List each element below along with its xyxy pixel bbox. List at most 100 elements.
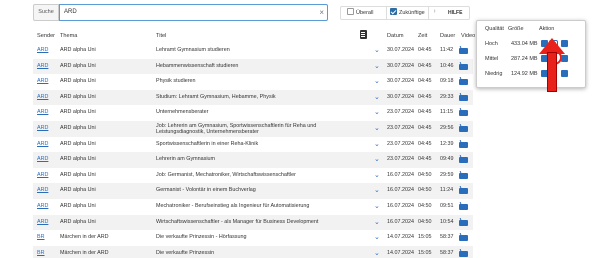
video-icon[interactable] (459, 141, 468, 148)
sender-link[interactable]: BR (37, 230, 45, 246)
datum-cell: 23.07.2024 (387, 156, 414, 163)
chevron-down-icon[interactable]: ⌄ (374, 199, 380, 215)
sender-link[interactable]: ARD (37, 59, 48, 75)
zeit-cell: 04:45 (418, 93, 432, 100)
size-label: 433.04 MB (511, 41, 538, 47)
sender-link[interactable]: ARD (37, 183, 48, 199)
chevron-down-icon[interactable]: ⌄ (374, 121, 380, 137)
table-row[interactable]: ARD ARD alpha Uni Lehramt Gymnasium studie… (33, 43, 473, 59)
col-sender[interactable]: Sender (37, 33, 55, 39)
video-icon[interactable] (459, 219, 468, 226)
thema-cell: ARD alpha Uni (60, 109, 96, 116)
dauer-cell: 58:37 (440, 249, 454, 256)
col-thema[interactable]: Thema (60, 33, 77, 39)
quality-label: Niedrig (485, 71, 503, 77)
video-icon[interactable] (459, 235, 468, 242)
search-label: Suche (33, 4, 59, 21)
titel-cell: Lehrerin am Gymnasium (156, 156, 216, 163)
sender-link[interactable]: ARD (37, 90, 48, 106)
chevron-down-icon[interactable]: ⌄ (374, 152, 380, 168)
video-icon[interactable] (459, 250, 468, 257)
titel-cell: Mechatroniker - Berufseinstieg als Ingen… (156, 203, 310, 209)
chevron-down-icon[interactable]: ⌄ (374, 137, 380, 153)
copy-icon[interactable] (561, 70, 568, 77)
chevron-down-icon[interactable]: ⌄ (374, 43, 380, 59)
dauer-cell: 10:46 (440, 62, 454, 69)
video-icon[interactable] (459, 48, 468, 54)
table-row[interactable]: ARD ARD alpha Uni Job: Lehrerin am Gymnasi… (33, 121, 473, 137)
table-row[interactable]: ARD ARD alpha Uni Studium: Lehramt Gymnasi… (33, 89, 473, 106)
video-icon[interactable] (459, 204, 468, 210)
clear-search-icon[interactable]: × (319, 5, 324, 20)
table-row[interactable]: ARD ARD alpha Uni Lehrerin am Gymnasium ⌄ 23… (33, 152, 473, 168)
thema-cell: ARD alpha Uni (60, 62, 96, 69)
video-icon[interactable] (459, 110, 468, 117)
titel-cell: Germanist - Volontär in einem Buchverlag (156, 187, 256, 194)
sender-link[interactable]: ARD (37, 215, 48, 231)
sender-link[interactable]: ARD (37, 199, 48, 215)
video-icon[interactable] (459, 157, 468, 164)
video-icon[interactable] (459, 188, 468, 195)
table-row[interactable]: ARD ARD alpha Uni Sportwissenschaftlerin i… (33, 137, 473, 153)
zukuenftige-checkbox[interactable]: Zukünftige (390, 7, 425, 19)
thema-cell: ARD alpha Uni (60, 78, 96, 85)
chevron-down-icon[interactable]: ⌄ (374, 215, 380, 231)
table-row[interactable]: BR Märchen in der ARD Die verkaufte Prinze… (33, 245, 473, 258)
rss-icon[interactable]: ⁾ (434, 6, 435, 20)
titel-cell: Sportwissenschaftlerin in einer Reha-Kli… (156, 140, 259, 147)
ueberall-checkbox[interactable]: Überall (347, 7, 373, 19)
search-input[interactable]: ARD × (59, 4, 328, 21)
chevron-down-icon[interactable]: ⌄ (374, 246, 380, 258)
table-row[interactable]: ARD ARD alpha Uni Mechatroniker - Berufsei… (33, 199, 473, 215)
sender-link[interactable]: ARD (37, 105, 48, 121)
table-row[interactable]: ARD ARD alpha Uni Germanist - Volontär in … (33, 183, 473, 199)
titel-cell: Hebammenwissenschaft studieren (156, 62, 239, 69)
table-row[interactable]: ARD ARD alpha Uni Wirtschaftswissenschaftl… (33, 214, 473, 231)
zukuenftige-label: Zukünftige (399, 10, 425, 16)
datum-cell: 30.07.2024 (387, 78, 414, 85)
datum-cell: 30.07.2024 (387, 47, 414, 53)
col-video: Video (461, 33, 476, 39)
col-titel[interactable]: Titel (156, 33, 166, 39)
table-row[interactable]: ARD ARD alpha Uni Hebammenwissenschaft stu… (33, 58, 473, 75)
titel-cell: Lehramt Gymnasium studieren (156, 47, 230, 53)
dauer-cell: 09:49 (440, 156, 454, 163)
chevron-down-icon[interactable]: ⌄ (374, 183, 380, 199)
video-icon[interactable] (459, 126, 468, 132)
col-zeit[interactable]: Zeit (418, 33, 427, 39)
sender-link[interactable]: BR (37, 246, 45, 258)
video-icon[interactable] (459, 79, 468, 86)
datum-cell: 16.07.2024 (387, 187, 414, 194)
video-icon[interactable] (459, 63, 468, 70)
video-icon[interactable] (459, 172, 468, 179)
sender-link[interactable]: ARD (37, 168, 48, 184)
datum-cell: 16.07.2024 (387, 218, 414, 225)
titel-cell: Die verkaufte Prinzessin - Hörfassung (156, 234, 247, 241)
chevron-down-icon[interactable]: ⌄ (374, 90, 380, 106)
dauer-cell: 11:15 (440, 109, 454, 116)
sender-link[interactable]: ARD (37, 43, 48, 59)
sender-link[interactable]: ARD (37, 152, 48, 168)
chevron-down-icon[interactable]: ⌄ (374, 230, 380, 246)
sender-link[interactable]: ARD (37, 74, 48, 90)
table-row[interactable]: BR Märchen in der ARD Die verkaufte Prinze… (33, 230, 473, 246)
video-icon[interactable] (459, 94, 468, 101)
description-icon (360, 30, 367, 39)
chevron-down-icon[interactable]: ⌄ (374, 74, 380, 90)
titel-cell: Die verkaufte Prinzessin (156, 249, 215, 256)
sender-link[interactable]: ARD (37, 137, 48, 153)
hilfe-button[interactable]: HILFE (448, 6, 462, 20)
table-row[interactable]: ARD ARD alpha Uni Job: Germanist, Mechatro… (33, 168, 473, 184)
table-row[interactable]: ARD ARD alpha Uni Unternehmensberater ⌄ 23.0… (33, 105, 473, 121)
table-row[interactable]: ARD ARD alpha Uni Physik studieren ⌄ 30.07.2… (33, 74, 473, 90)
chevron-down-icon[interactable]: ⌄ (374, 105, 380, 121)
copy-icon[interactable] (561, 55, 568, 62)
chevron-down-icon[interactable]: ⌄ (374, 168, 380, 184)
col-dauer[interactable]: Dauer (440, 33, 455, 39)
dauer-cell: 29:56 (440, 125, 454, 131)
sender-link[interactable]: ARD (37, 121, 48, 137)
download-popup: Qualität Größe Aktion Hoch 433.04 MB Mit… (476, 20, 586, 88)
thema-cell: ARD alpha Uni (60, 93, 96, 100)
chevron-down-icon[interactable]: ⌄ (374, 59, 380, 75)
col-datum[interactable]: Datum (387, 33, 403, 39)
